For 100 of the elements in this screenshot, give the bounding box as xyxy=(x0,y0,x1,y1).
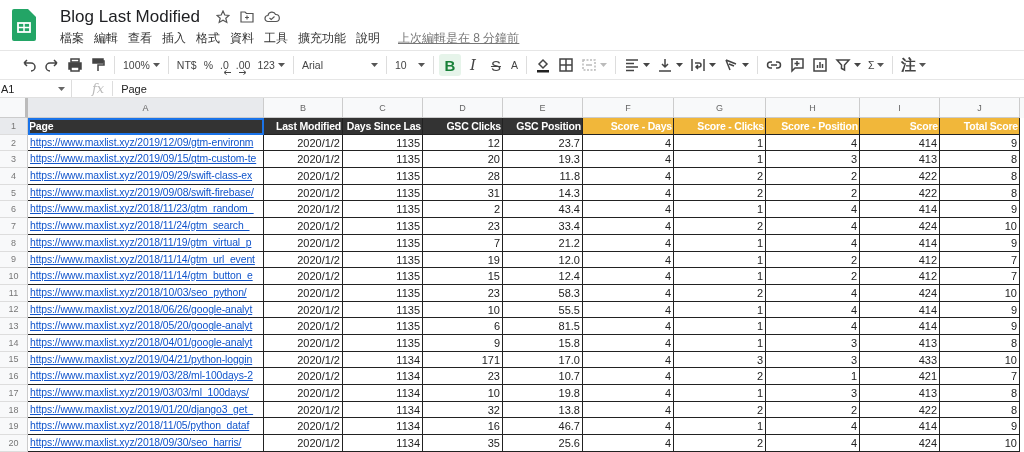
table-cell: 1135 xyxy=(343,168,423,185)
url-link[interactable]: https://www.maxlist.xyz/2019/03/28/ml-100days-2 xyxy=(28,368,264,385)
table-cell: 414 xyxy=(860,201,940,219)
document-title[interactable]: Blog Last Modified xyxy=(60,7,200,27)
menu-item[interactable]: 查看 xyxy=(128,30,152,47)
table-cell: 414 xyxy=(860,301,940,319)
menu-item[interactable]: 資料 xyxy=(230,30,254,47)
menu-item[interactable]: 插入 xyxy=(162,30,186,47)
url-link[interactable]: https://www.maxlist.xyz/2019/09/08/swift-firebase/ xyxy=(28,184,264,202)
folder-icon[interactable] xyxy=(239,11,254,23)
table-cell: 422 xyxy=(860,168,940,185)
url-link[interactable]: https://www.maxlist.xyz/2018/04/01/google-analyt xyxy=(28,334,264,352)
row-number[interactable]: 20 xyxy=(0,435,28,452)
table-cell: 1135 xyxy=(343,334,423,352)
toolbar-button[interactable]: 10 xyxy=(391,54,428,76)
table-cell: 7 xyxy=(423,234,503,252)
header-cell[interactable]: Page xyxy=(28,118,264,135)
menu-item[interactable]: 編輯 xyxy=(94,30,118,47)
menu-item[interactable]: 格式 xyxy=(196,30,220,47)
header-cell[interactable]: GSC Clicks xyxy=(423,118,503,135)
row-number[interactable]: 10 xyxy=(0,268,28,285)
url-link[interactable]: https://www.maxlist.xyz/2019/04/21/python-loggin xyxy=(28,351,264,369)
table-cell: 2020/1/2 xyxy=(264,134,343,152)
url-link[interactable]: https://www.maxlist.xyz/2019/12/09/gtm-environm xyxy=(28,134,264,152)
table-cell: 1135 xyxy=(343,318,423,335)
valign-icon xyxy=(656,57,673,73)
table-cell: 4 xyxy=(766,318,860,335)
column-header[interactable]: A xyxy=(28,98,264,118)
header-cell[interactable]: GSC Position xyxy=(503,118,583,135)
row-number[interactable]: 19 xyxy=(0,418,28,436)
table-cell: 8 xyxy=(940,151,1020,169)
toolbar-button[interactable]: NT$ xyxy=(173,54,200,76)
strike-button[interactable]: S xyxy=(484,54,507,76)
url-link[interactable]: https://www.maxlist.xyz/2018/11/05/python_dataf xyxy=(28,418,264,436)
url-link[interactable]: https://www.maxlist.xyz/2018/10/03/seo_python/ xyxy=(28,284,264,302)
table-cell: 12 xyxy=(423,134,503,152)
header-cell[interactable]: Days Since Las xyxy=(343,118,423,135)
cell-reference-box[interactable]: A1 xyxy=(0,80,72,97)
url-link[interactable]: https://www.maxlist.xyz/2018/11/14/gtm_url_event xyxy=(28,251,264,269)
table-cell: 8 xyxy=(940,334,1020,352)
url-link[interactable]: https://www.maxlist.xyz/2019/09/15/gtm-custom-te xyxy=(28,151,264,169)
table-cell: 2 xyxy=(423,201,503,219)
toolbar-button[interactable]: 100% xyxy=(120,54,163,76)
formula-input[interactable]: Page xyxy=(121,82,147,95)
bold-button[interactable]: B xyxy=(438,54,461,76)
row-number[interactable]: 4 xyxy=(0,168,28,185)
menu-item[interactable]: 說明 xyxy=(356,30,380,47)
sheets-logo-icon[interactable] xyxy=(12,9,36,41)
table-cell: 23.7 xyxy=(503,134,583,152)
redo-icon xyxy=(44,57,60,73)
url-link[interactable]: https://www.maxlist.xyz/2018/11/24/gtm_search_ xyxy=(28,218,264,235)
row-number[interactable]: 3 xyxy=(0,151,28,169)
toolbar-button[interactable]: .0 xyxy=(217,54,232,76)
url-link[interactable]: https://www.maxlist.xyz/2018/05/20/google-analyt xyxy=(28,318,264,335)
toolbar-button[interactable]: 123 xyxy=(254,54,288,76)
halign-icon xyxy=(623,57,640,73)
table-cell: 1135 xyxy=(343,151,423,169)
borders-icon xyxy=(557,57,574,73)
url-link[interactable]: https://www.maxlist.xyz/2019/09/29/swift-class-ex xyxy=(28,168,264,185)
url-link[interactable]: https://www.maxlist.xyz/2018/11/14/gtm_button_e xyxy=(28,268,264,285)
url-link[interactable]: https://www.maxlist.xyz/2018/09/30/seo_harris/ xyxy=(28,435,264,452)
url-link[interactable]: https://www.maxlist.xyz/2018/11/19/gtm_virtual_p xyxy=(28,234,264,252)
menu-item[interactable]: 檔案 xyxy=(60,30,84,47)
table-cell: 4 xyxy=(583,218,674,235)
table-cell: 21.2 xyxy=(503,234,583,252)
toolbar-button[interactable]: % xyxy=(200,54,217,76)
table-cell: 9 xyxy=(940,301,1020,319)
row-number[interactable]: 16 xyxy=(0,368,28,385)
url-link[interactable]: https://www.maxlist.xyz/2018/11/23/gtm_random_ xyxy=(28,201,264,219)
italic-button[interactable]: I xyxy=(461,54,484,76)
table-cell: 1135 xyxy=(343,184,423,202)
table-cell: 3 xyxy=(674,351,766,369)
cloud-icon[interactable] xyxy=(263,11,280,23)
table-cell: 4 xyxy=(583,268,674,285)
menu-item[interactable]: 工具 xyxy=(264,30,288,47)
toolbar-button[interactable]: A xyxy=(507,54,521,76)
toolbar-button[interactable]: Arial xyxy=(298,54,381,76)
comment-icon xyxy=(788,57,805,73)
star-icon[interactable] xyxy=(215,10,230,24)
row-number[interactable]: 7 xyxy=(0,218,28,235)
menu-item[interactable]: 擴充功能 xyxy=(298,30,346,47)
url-link[interactable]: https://www.maxlist.xyz/2019/01/20/django3_get_ xyxy=(28,401,264,419)
last-edit-link[interactable]: 上次編輯是在 8 分鐘前 xyxy=(398,30,520,47)
table-cell: 2 xyxy=(766,401,860,419)
toolbar-button[interactable]: 注 xyxy=(898,54,930,76)
fill-icon xyxy=(534,57,551,73)
header-cell[interactable]: Last Modified xyxy=(264,118,343,135)
url-link[interactable]: https://www.maxlist.xyz/2019/03/03/ml_100days/ xyxy=(28,385,264,402)
toolbar-button[interactable]: Σ xyxy=(864,54,888,76)
table-cell: 6 xyxy=(423,318,503,335)
table-cell: 4 xyxy=(583,401,674,419)
table-cell: 10 xyxy=(423,301,503,319)
table-cell: 1134 xyxy=(343,368,423,385)
url-link[interactable]: https://www.maxlist.xyz/2018/06/26/google-analyt xyxy=(28,301,264,319)
row-number[interactable]: 13 xyxy=(0,318,28,335)
row-number[interactable]: 6 xyxy=(0,201,28,219)
toolbar-button[interactable]: .00 xyxy=(232,54,254,76)
row-number[interactable]: 1 xyxy=(0,118,28,135)
filter-icon xyxy=(834,57,851,73)
row-number[interactable]: 17 xyxy=(0,385,28,402)
